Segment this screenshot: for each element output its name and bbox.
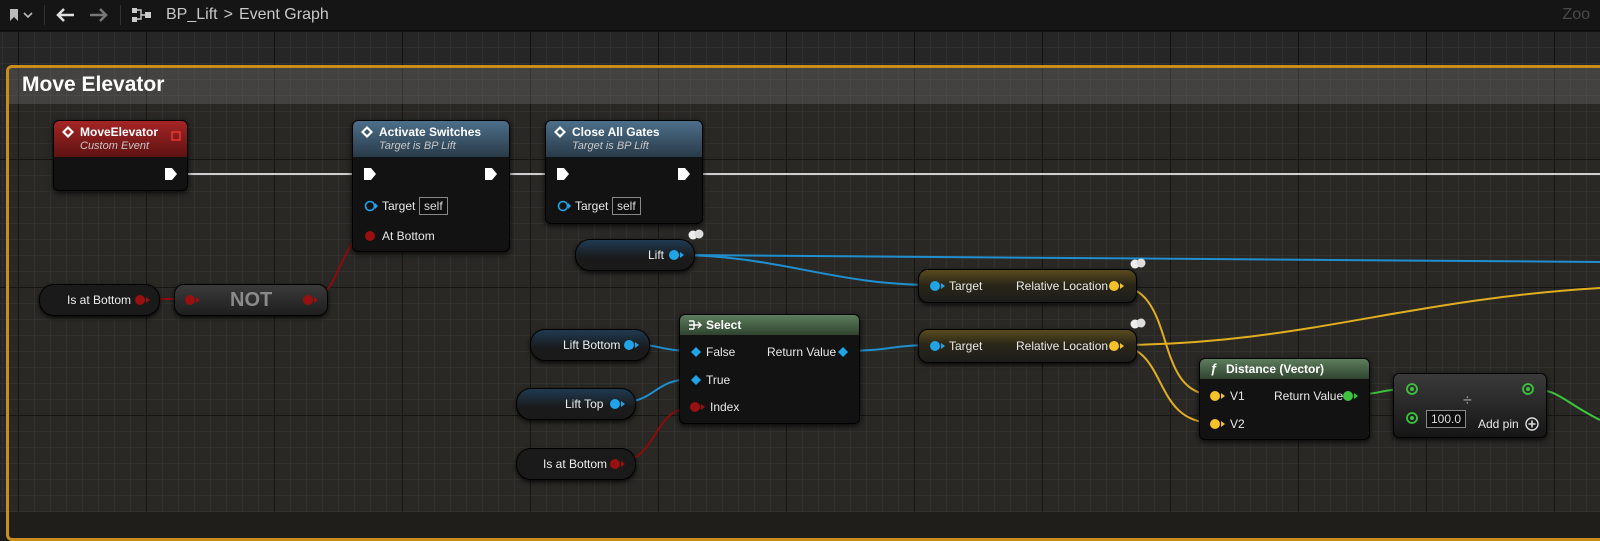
exec-output-pin[interactable]	[484, 167, 498, 181]
bool-output-pin[interactable]	[303, 294, 319, 306]
exec-output-pin[interactable]	[677, 167, 691, 181]
target-label: Target	[949, 339, 983, 353]
close-all-gates-node[interactable]: Close All Gates Target is BP Lift Target…	[545, 120, 703, 224]
true-input-pin[interactable]	[691, 375, 701, 385]
activate-switches-node[interactable]: Activate Switches Target is BP Lift Targ…	[352, 120, 510, 252]
is-at-bottom-variable-node[interactable]: Is at Bottom	[39, 284, 160, 316]
at-bottom-label: At Bottom	[382, 229, 435, 243]
v1-label: V1	[1230, 389, 1245, 403]
float-output-pin[interactable]	[1343, 390, 1359, 402]
not-label: NOT	[230, 289, 273, 311]
exec-output-pin[interactable]	[164, 167, 178, 181]
return-value-output-pin[interactable]	[838, 347, 848, 357]
function-diamond-icon	[554, 126, 566, 138]
bool-output-pin[interactable]	[610, 458, 626, 470]
node-title: Activate Switches	[379, 125, 482, 139]
target-input-pin[interactable]	[929, 280, 945, 292]
move-elevator-event-node[interactable]: MoveElevator Custom Event	[53, 120, 188, 191]
return-value-label: Return Value	[1274, 389, 1344, 403]
function-icon: ƒ	[1210, 361, 1218, 376]
float-input-pin-b[interactable]	[1406, 412, 1418, 424]
get-relative-location-node[interactable]: Target Relative Location	[918, 329, 1137, 363]
lift-bottom-variable-node[interactable]: Lift Bottom	[530, 329, 650, 361]
object-output-pin[interactable]	[624, 339, 640, 351]
exec-input-pin[interactable]	[363, 167, 377, 181]
get-relative-location-node[interactable]: Target Relative Location	[918, 269, 1137, 303]
false-input-pin[interactable]	[691, 347, 701, 357]
bool-input-pin[interactable]	[185, 294, 201, 306]
node-subtitle: Target is BP Lift	[572, 140, 649, 152]
object-wire	[673, 254, 936, 286]
context-sensitive-icon	[1130, 318, 1146, 329]
vector-wire	[1113, 287, 1600, 346]
select-node[interactable]: Select False Return Value True Index	[679, 314, 860, 424]
target-input-pin[interactable]	[929, 340, 945, 352]
v2-label: V2	[1230, 417, 1245, 431]
context-sensitive-icon	[1130, 258, 1146, 269]
object-output-pin[interactable]	[669, 249, 685, 261]
true-label: True	[706, 373, 731, 387]
function-diamond-icon	[361, 126, 373, 138]
variable-label: Lift Top	[565, 397, 604, 411]
index-label: Index	[710, 400, 740, 414]
at-bottom-input-pin[interactable]	[364, 230, 376, 242]
variable-label: Is at Bottom	[543, 457, 608, 471]
divide-symbol: ÷	[1463, 392, 1472, 409]
is-at-bottom-variable-node[interactable]: Is at Bottom	[516, 448, 636, 480]
target-label: Target	[575, 199, 609, 213]
variable-label: Lift Bottom	[563, 338, 621, 352]
divide-node[interactable]: ÷ 100.0 Add pin	[1393, 373, 1547, 438]
not-boolean-node[interactable]: NOT	[174, 284, 328, 316]
return-value-label: Return Value	[767, 345, 837, 359]
event-diamond-icon	[62, 126, 74, 138]
target-label: Target	[382, 199, 416, 213]
target-self-field[interactable]: self	[612, 197, 641, 215]
distance-vector-node[interactable]: ƒ Distance (Vector) V1 Return Value V2	[1199, 358, 1370, 440]
exec-input-pin[interactable]	[556, 167, 570, 181]
variable-label: Lift	[648, 248, 665, 262]
v1-input-pin[interactable]	[1210, 390, 1226, 402]
delegate-pin-icon[interactable]	[171, 131, 181, 141]
target-label: Target	[949, 279, 983, 293]
relative-location-label: Relative Location	[1016, 339, 1109, 353]
add-pin-label[interactable]: Add pin	[1478, 417, 1519, 431]
index-input-pin[interactable]	[690, 401, 706, 413]
target-input-pin[interactable]	[557, 200, 571, 212]
add-pin-icon[interactable]	[1525, 417, 1539, 431]
node-subtitle: Custom Event	[80, 140, 150, 152]
lift-variable-node[interactable]: Lift	[575, 239, 695, 271]
select-icon	[689, 320, 702, 330]
target-self-field[interactable]: self	[419, 197, 448, 215]
vector-output-pin[interactable]	[1109, 340, 1125, 352]
node-title: Close All Gates	[572, 125, 660, 139]
node-subtitle: Target is BP Lift	[379, 140, 456, 152]
object-output-pin[interactable]	[610, 398, 626, 410]
node-title: Distance (Vector)	[1226, 362, 1325, 376]
variable-label: Is at Bottom	[67, 293, 132, 307]
bool-output-pin[interactable]	[135, 294, 151, 306]
vector-output-pin[interactable]	[1109, 280, 1125, 292]
v2-input-pin[interactable]	[1210, 418, 1226, 430]
context-sensitive-icon	[688, 229, 704, 240]
target-input-pin[interactable]	[364, 200, 378, 212]
float-input-pin-a[interactable]	[1406, 383, 1418, 395]
float-output-pin[interactable]	[1522, 383, 1534, 395]
relative-location-label: Relative Location	[1016, 279, 1109, 293]
lift-top-variable-node[interactable]: Lift Top	[516, 388, 636, 420]
false-label: False	[706, 345, 736, 359]
divisor-value-field[interactable]: 100.0	[1426, 410, 1467, 428]
node-title: Select	[706, 318, 742, 332]
node-title: MoveElevator	[80, 125, 159, 139]
